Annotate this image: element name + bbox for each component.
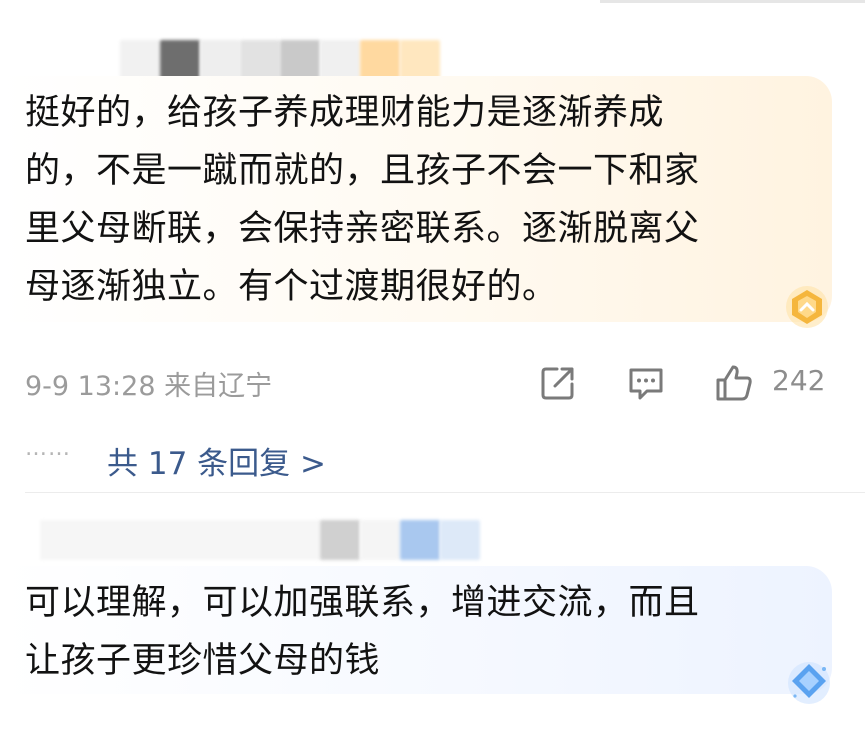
share-icon[interactable] <box>537 362 579 404</box>
comment-1-line-4: 母逐渐独立。有个过渡期很好的。 <box>25 267 558 307</box>
comment-2-line-1: 可以理解，可以加强联系，增进交流，而且 <box>25 583 700 623</box>
like-count: 242 <box>772 364 826 397</box>
comment-1-meta-row: 9-9 13:28 来自辽宁 242 <box>25 358 835 408</box>
comment-1-username-blurred[interactable] <box>120 40 460 80</box>
top-edge-divider <box>600 0 865 3</box>
reply-dots: …… <box>25 436 71 461</box>
comment-1-line-3: 里父母断联，会保持亲密联系。逐渐脱离父 <box>25 209 700 249</box>
comment-1-line-1: 挺好的，给孩子养成理财能力是逐渐养成 <box>25 93 665 133</box>
comment-icon[interactable] <box>625 362 667 404</box>
comment-1-text: 挺好的，给孩子养成理财能力是逐渐养成 的，不是一蹴而就的，且孩子不会一下和家 里… <box>25 84 700 316</box>
comment-1-line-2: 的，不是一蹴而就的，且孩子不会一下和家 <box>25 151 700 191</box>
comment-divider <box>25 492 865 493</box>
comment-2-username-blurred[interactable] <box>40 520 490 560</box>
badge-icon <box>786 286 828 328</box>
comment-2-line-2: 让孩子更珍惜父母的钱 <box>25 641 381 681</box>
badge-icon <box>788 662 830 704</box>
comment-2-text: 可以理解，可以加强联系，增进交流，而且 让孩子更珍惜父母的钱 <box>25 574 700 690</box>
view-replies-link[interactable]: 共 17 条回复 > <box>107 438 326 483</box>
comment-1-timestamp-location: 9-9 13:28 来自辽宁 <box>25 371 273 402</box>
thumbs-up-icon[interactable] <box>713 362 755 404</box>
